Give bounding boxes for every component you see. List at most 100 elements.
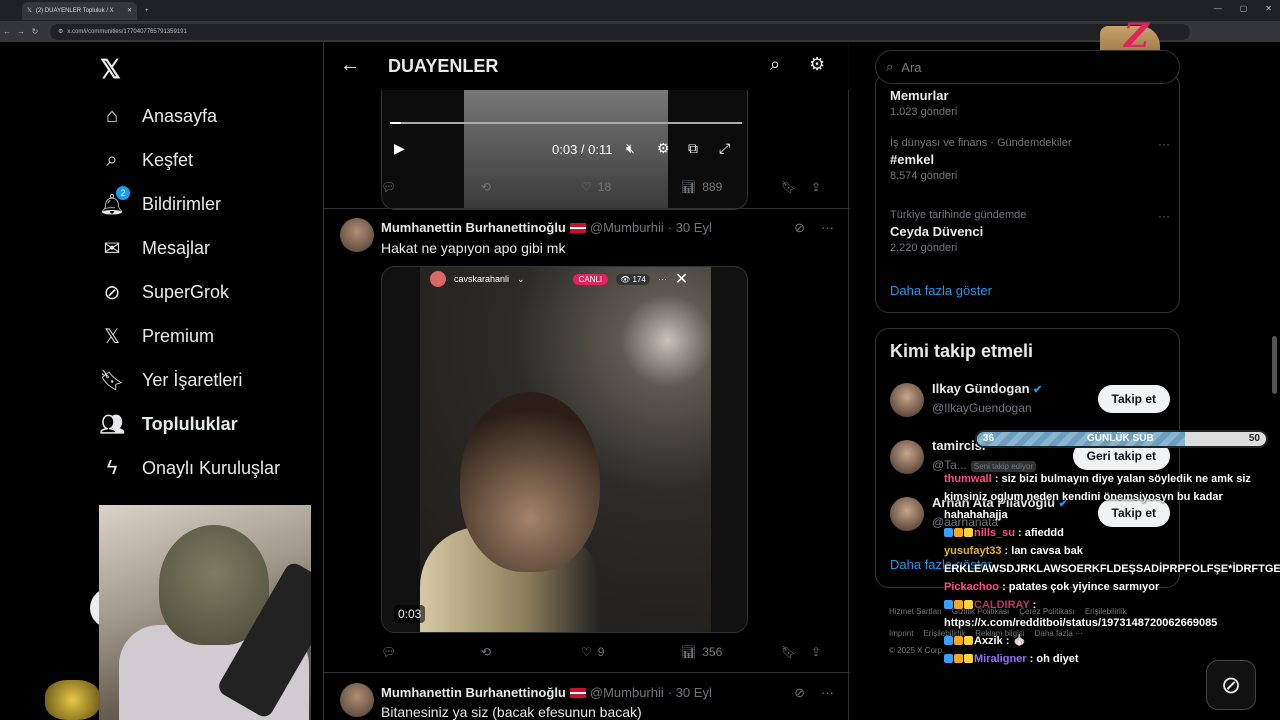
tweet-header: Mumhanettin Burhanettinoğlu @Mumburhii ·… (381, 685, 712, 700)
views-button[interactable]: 📊︎ 889 (681, 180, 781, 194)
more-icon[interactable]: ··· (821, 685, 834, 701)
more-icon[interactable]: ··· (821, 220, 834, 236)
x-logo-icon[interactable]: 𝕏 (100, 54, 121, 85)
forward-nav-icon[interactable]: → (14, 27, 28, 36)
nav-explore[interactable]: ⌕ Keşfet (100, 148, 193, 172)
nav-communities[interactable]: 👥︎ Topluluklar (99, 412, 238, 436)
fullscreen-icon[interactable]: ⤢ (719, 140, 730, 157)
show-more-link[interactable]: Daha fazla göster (890, 283, 992, 298)
tweet-date[interactable]: · 30 Eyl (668, 685, 712, 700)
nav-supergrok[interactable]: ⊘ SuperGrok (100, 280, 229, 304)
like-button[interactable]: ♡ 9 (581, 645, 681, 659)
views-button[interactable]: 📊︎ 356 (681, 645, 781, 659)
share-icon[interactable]: ⇪ (811, 180, 821, 194)
daily-sub-bar: 36 GÜNLÜK SUB 50 (975, 430, 1268, 448)
close-tab-icon[interactable]: ✕ (127, 7, 132, 14)
reload-icon[interactable]: ↻ (28, 27, 42, 36)
avatar[interactable] (890, 497, 924, 531)
grok-icon[interactable]: ⊘ (794, 220, 805, 236)
page-scrollbar[interactable] (1272, 336, 1277, 394)
nav-label: Topluluklar (142, 413, 238, 434)
sub-bar-label: GÜNLÜK SUB (1087, 433, 1154, 444)
avatar[interactable] (890, 440, 924, 474)
repost-icon[interactable]: ⟲ (481, 645, 581, 659)
nav-bookmarks[interactable]: 🔖︎ Yer İşaretleri (99, 368, 243, 392)
search-input[interactable]: ⌕ Ara (875, 50, 1180, 84)
nav-notifications[interactable]: 🔔︎ 2 Bildirimler (99, 186, 221, 216)
close-window-icon[interactable]: ✕ (1265, 4, 1272, 13)
tweet-top-icons: ⊘ ··· (794, 685, 834, 701)
video-time: 0:03 / 0:11 (552, 142, 613, 157)
author-name[interactable]: Mumhanettin Burhanettinoğlu (381, 685, 566, 700)
tweet-video-2[interactable]: cavskarahanli ⌄ CANLI 👁︎ 174 ··· ✕ 0:03 (381, 266, 748, 633)
search-icon[interactable]: ⌕ (770, 54, 780, 75)
browser-tab[interactable]: 𝕏 (2) DUAYENLER Topluluk / X ✕ (22, 1, 137, 20)
author-handle[interactable]: @Mumburhii (590, 220, 664, 235)
author-handle[interactable]: @Mumburhii (590, 685, 664, 700)
nav-label: Yer İşaretleri (142, 369, 243, 390)
chat-text: : patates çok yiyince sarmıyor (999, 581, 1160, 593)
reply-icon[interactable]: 💬︎ (381, 180, 481, 194)
chat-text: : oh diyet (1026, 653, 1079, 665)
back-arrow-icon[interactable]: ← (340, 54, 360, 77)
notification-badge: 2 (116, 186, 130, 200)
more-icon[interactable]: ··· (1158, 137, 1170, 151)
grok-icon[interactable]: ⊘ (794, 685, 805, 701)
play-icon[interactable]: ▶ (394, 140, 405, 157)
home-icon: ⌂ (105, 104, 119, 127)
back-nav-icon[interactable]: ← (0, 27, 14, 36)
communities-icon: 👥︎ (99, 413, 125, 436)
site-info-icon[interactable]: ⚙ (58, 28, 63, 35)
tweet-avatar[interactable] (340, 218, 374, 252)
maximize-icon[interactable]: ▢ (1240, 4, 1248, 13)
browser-address-bar: ← → ↻ ⚙ x.com/i/communities/177040776579… (0, 21, 1280, 42)
bookmark-icon[interactable]: 🔖︎ (781, 645, 811, 659)
chat-message: Pickachoo : patates çok yiyince sarmıyor (944, 578, 1280, 596)
tweet-date[interactable]: · 30 Eyl (668, 220, 712, 235)
footer-link[interactable]: Imprint (889, 629, 913, 638)
chat-username: thumwall (944, 473, 992, 485)
author-name[interactable]: Mumhanettin Burhanettinoğlu (381, 220, 566, 235)
search-icon: ⌕ (106, 148, 118, 171)
chat-badge-icon (954, 600, 963, 609)
nav-verified-orgs[interactable]: ϟ Onaylı Kuruluşlar (100, 456, 280, 480)
more-icon[interactable]: ··· (1158, 209, 1170, 223)
tweet-actions-2: 💬︎ ⟲ ♡ 9 📊︎ 356 🔖︎ ⇪ (381, 645, 841, 659)
minimize-icon[interactable]: — (1214, 4, 1222, 13)
like-button[interactable]: ♡ 18 (581, 180, 681, 194)
bookmark-icon[interactable]: 🔖︎ (781, 180, 811, 194)
reply-icon[interactable]: 💬︎ (381, 645, 481, 659)
main-column: ← DUAYENLER ⌕ ⚙ ▶ 0:03 / 0:11 🔇︎ ⚙ ⧉ ⤢ 💬… (323, 42, 850, 720)
share-icon[interactable]: ⇪ (811, 645, 821, 659)
pip-icon[interactable]: ⧉ (688, 140, 698, 157)
repost-icon[interactable]: ⟲ (481, 180, 581, 194)
settings-gear-icon[interactable]: ⚙ (809, 54, 825, 75)
video-progress-bar[interactable] (390, 122, 742, 124)
trend-name: Ceyda Düvenci (890, 224, 984, 239)
nav-home[interactable]: ⌂ Anasayfa (100, 104, 217, 128)
chat-message: Axzik : 🧄 (944, 632, 1280, 650)
mute-icon[interactable]: 🔇︎ (626, 140, 635, 157)
trend-item[interactable]: Memurlar 1.023 gönderi (890, 85, 1170, 118)
footer-link[interactable]: Hizmet Şartları (889, 607, 942, 616)
chevron-down-icon: ⌄ (517, 273, 525, 284)
chart-icon: 📊︎ (681, 645, 697, 659)
chat-username: CALDIRAY (974, 599, 1030, 611)
x-icon: 𝕏 (103, 325, 121, 348)
url-field[interactable]: ⚙ x.com/i/communities/177040776579135919… (50, 23, 1190, 40)
tweet-header: Mumhanettin Burhanettinoğlu @Mumburhii ·… (381, 220, 712, 235)
follow-button[interactable]: Takip et (1097, 385, 1170, 413)
user-name-text: Ilkay Gündogan (932, 381, 1030, 396)
trend-item[interactable]: İş dünyası ve finans · Gündemdekiler #em… (890, 137, 1170, 182)
follow-suggestion[interactable]: Ilkay Gündogan ✔ @IlkayGuendogan Takip e… (890, 381, 1170, 421)
grok-floating-icon[interactable]: ⊘ (1206, 660, 1256, 710)
tweet-avatar[interactable] (340, 683, 374, 717)
live-topbar: cavskarahanli ⌄ CANLI 👁︎ 174 ··· ✕ (420, 267, 711, 291)
chat-badge-icon (944, 636, 953, 645)
video-settings-icon[interactable]: ⚙ (657, 140, 670, 157)
avatar[interactable] (890, 383, 924, 417)
trend-item[interactable]: Türkiye tarihinde gündemde Ceyda Düvenci… (890, 209, 1170, 254)
nav-premium[interactable]: 𝕏 Premium (100, 324, 214, 348)
nav-messages[interactable]: ✉ Mesajlar (100, 236, 210, 260)
new-tab-icon[interactable]: + (145, 8, 149, 14)
